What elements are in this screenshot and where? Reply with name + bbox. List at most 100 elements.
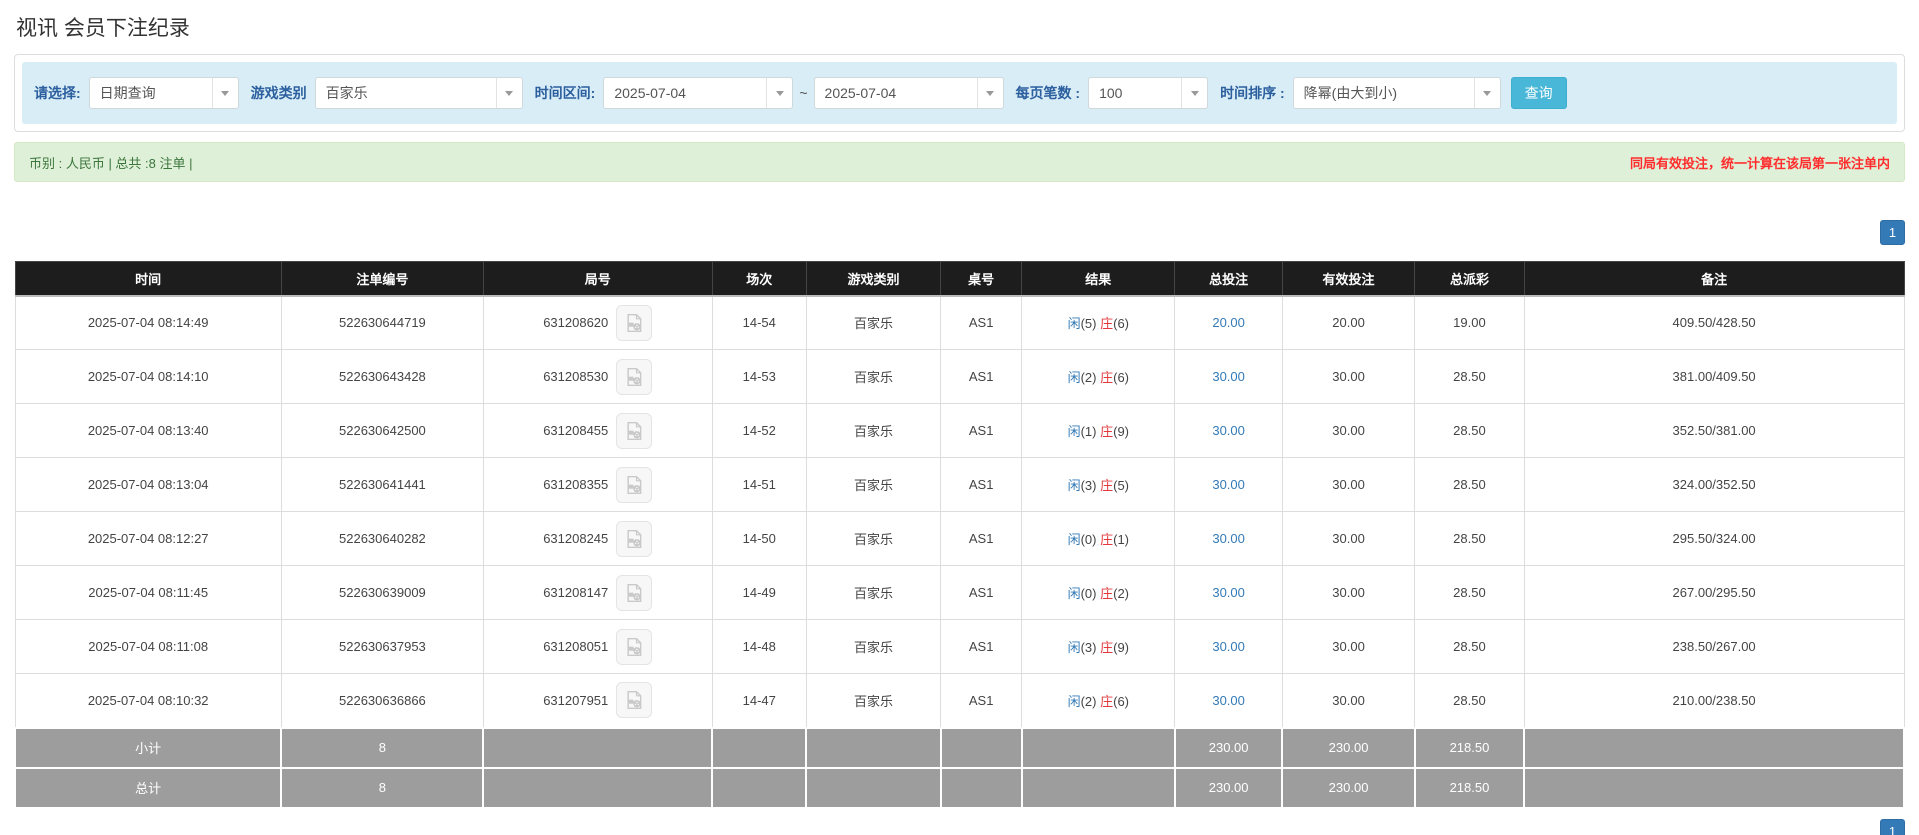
bet-id-cell: 522630636866	[280, 673, 484, 728]
result-banker-score: (6)	[1113, 693, 1129, 709]
search-button[interactable]: 查询	[1510, 77, 1567, 109]
session-cell: 14-51	[711, 457, 807, 512]
total-label: 总计	[13, 766, 283, 809]
round-id: 631208455	[543, 423, 609, 438]
total-bet-link[interactable]: 30.00	[1212, 585, 1245, 600]
bet-id-cell: 522630644719	[280, 295, 484, 350]
video-icon	[627, 691, 642, 710]
result-banker-label: 庄	[1100, 693, 1114, 709]
result-banker-score: (1)	[1113, 532, 1129, 547]
payout-cell: 28.50	[1414, 403, 1525, 458]
subtotal-row: 小计 8 230.00 230.00 218.50	[13, 726, 1905, 769]
payout-cell: 28.50	[1414, 349, 1525, 404]
remark-cell: 210.00/238.50	[1523, 673, 1905, 728]
bet-records-table: 时间 注单编号 局号 场次 游戏类别 桌号 结果 总投注 有效投注 总派彩 备注 2025-07-0…	[13, 261, 1905, 809]
page-title: 视讯 会员下注纪录	[16, 17, 190, 40]
video-replay-button[interactable]	[616, 358, 653, 395]
valid-bet-cell: 30.00	[1281, 673, 1416, 728]
table-no-cell: AS1	[940, 457, 1023, 512]
game-type-cell: 百家乐	[805, 403, 942, 458]
game-type-cell: 百家乐	[805, 673, 942, 728]
sort-select[interactable]: 降幂(由大到小)	[1292, 77, 1501, 109]
summary-bar: 币别 : 人民币 | 总共 :8 注单 | 同局有效投注，统一计算在该局第一张注…	[14, 142, 1905, 182]
video-replay-button[interactable]	[616, 304, 653, 341]
date-from-value: 2025-07-04	[614, 85, 686, 101]
game-type-cell: 百家乐	[805, 565, 942, 620]
video-icon	[627, 421, 642, 440]
round-id-cell: 631208455	[482, 403, 713, 458]
remark-cell: 295.50/324.00	[1523, 511, 1905, 566]
valid-bet-cell: 30.00	[1281, 565, 1416, 620]
per-page-value: 100	[1099, 85, 1123, 101]
video-replay-button[interactable]	[616, 466, 653, 503]
result-player-label: 闲	[1067, 424, 1081, 439]
page-1-button[interactable]: 1	[1880, 220, 1905, 245]
session-cell: 14-50	[711, 511, 807, 566]
session-cell: 14-53	[711, 349, 807, 404]
video-replay-button[interactable]	[616, 682, 653, 719]
chevron-down-icon	[766, 78, 792, 108]
valid-bet-cell: 30.00	[1281, 349, 1416, 404]
game-type-select[interactable]: 百家乐	[314, 77, 523, 109]
filter-panel: 请选择: 日期查询 游戏类别 百家乐 时间区间: 2025-07-04 ~ 20…	[14, 54, 1905, 132]
bet-time-cell: 2025-07-04 08:12:27	[14, 511, 282, 566]
video-replay-button[interactable]	[616, 574, 653, 611]
total-bet-link[interactable]: 30.00	[1212, 531, 1245, 546]
table-no-cell: AS1	[940, 673, 1023, 728]
per-page-select[interactable]: 100	[1088, 77, 1209, 109]
result-player-score: (0)	[1080, 532, 1097, 547]
subtotal-total-bet: 230.00	[1173, 726, 1284, 769]
total-bet-link[interactable]: 20.00	[1212, 315, 1245, 330]
round-id: 631208245	[543, 531, 609, 546]
date-from-select[interactable]: 2025-07-04	[603, 77, 794, 109]
result-cell: 闲(3) 庄(9)	[1021, 619, 1176, 674]
session-cell: 14-48	[711, 619, 807, 674]
query-type-select[interactable]: 日期查询	[88, 77, 239, 109]
video-icon	[627, 475, 642, 494]
result-cell: 闲(1) 庄(9)	[1021, 403, 1176, 458]
total-bet-link[interactable]: 30.00	[1212, 423, 1245, 438]
game-type-cell: 百家乐	[805, 349, 942, 404]
bet-time-cell: 2025-07-04 08:11:45	[14, 565, 282, 620]
result-cell: 闲(2) 庄(6)	[1021, 349, 1176, 404]
session-cell: 14-54	[711, 295, 807, 350]
result-player-score: (5)	[1080, 316, 1097, 332]
column-header: 有效投注	[1281, 261, 1416, 297]
bet-time-cell: 2025-07-04 08:11:08	[14, 619, 282, 674]
bet-time-cell: 2025-07-04 08:14:10	[14, 349, 282, 404]
total-bet-link[interactable]: 30.00	[1212, 369, 1245, 384]
bet-id-cell: 522630643428	[280, 349, 484, 404]
total-total-bet: 230.00	[1173, 766, 1284, 809]
payout-cell: 19.00	[1414, 295, 1525, 350]
payout-cell: 28.50	[1414, 673, 1525, 728]
total-bet-link[interactable]: 30.00	[1212, 639, 1245, 654]
table-row: 2025-07-04 08:11:08 522630637953 631208051…	[14, 619, 1905, 674]
subtotal-valid-bet: 230.00	[1281, 726, 1416, 769]
page-1-button[interactable]: 1	[1880, 818, 1905, 835]
result-banker-score: (5)	[1113, 478, 1129, 493]
column-header: 备注	[1523, 261, 1905, 297]
valid-bet-cell: 30.00	[1281, 619, 1416, 674]
remark-cell: 267.00/295.50	[1523, 565, 1905, 620]
total-bet-link[interactable]: 30.00	[1212, 693, 1245, 708]
result-player-score: (2)	[1080, 693, 1097, 709]
video-replay-button[interactable]	[616, 520, 653, 557]
column-header: 时间	[14, 261, 282, 297]
total-bet-link[interactable]: 30.00	[1212, 477, 1245, 492]
table-row: 2025-07-04 08:14:10 522630643428 631208530…	[14, 349, 1905, 404]
result-banker-label: 庄	[1100, 532, 1114, 547]
table-no-cell: AS1	[940, 295, 1023, 350]
column-header: 总派彩	[1414, 261, 1525, 297]
result-banker-label: 庄	[1100, 424, 1114, 439]
video-replay-button[interactable]	[616, 628, 653, 665]
remark-cell: 238.50/267.00	[1523, 619, 1905, 674]
subtotal-count: 8	[280, 726, 485, 769]
table-row: 2025-07-04 08:10:32 522630636866 631207951…	[14, 673, 1905, 728]
chevron-down-icon	[976, 78, 1003, 108]
round-id: 631207951	[543, 692, 609, 708]
date-to-select[interactable]: 2025-07-04	[813, 77, 1004, 109]
table-no-cell: AS1	[940, 349, 1023, 404]
round-id-cell: 631208530	[482, 349, 713, 404]
video-replay-button[interactable]	[616, 412, 653, 449]
round-id: 631208355	[543, 477, 609, 492]
